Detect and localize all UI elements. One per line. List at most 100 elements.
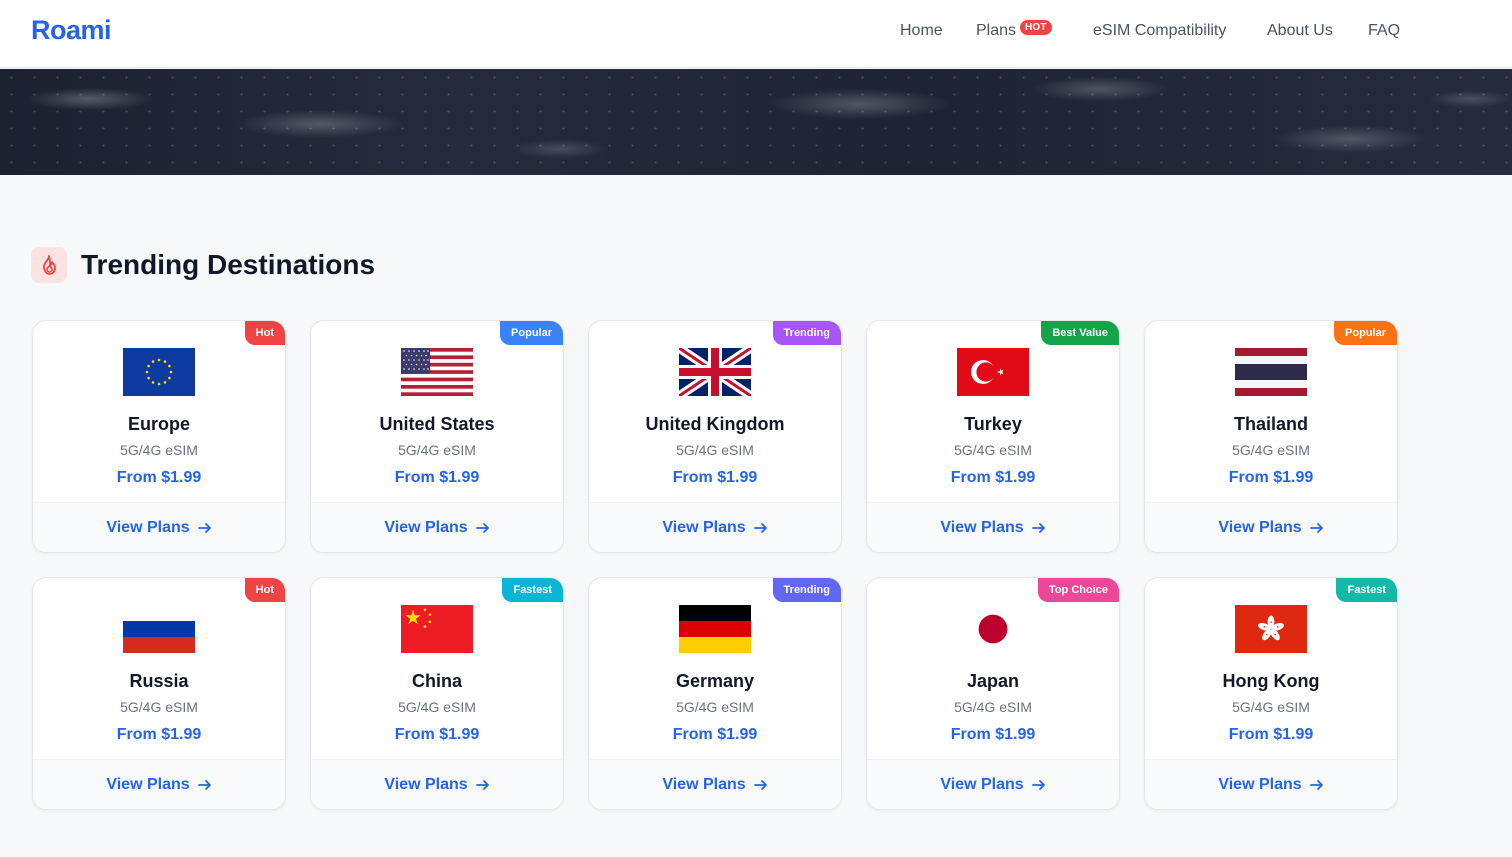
thailand-flag-icon (1235, 348, 1307, 396)
view-plans-button[interactable]: View Plans (589, 502, 841, 552)
country-name: Russia (129, 671, 189, 691)
view-plans-label: View Plans (384, 775, 468, 793)
country-name: United States (379, 414, 495, 434)
view-plans-label: View Plans (384, 518, 468, 536)
eu-flag-icon (123, 348, 195, 396)
nav-about-us[interactable]: About Us (1267, 22, 1333, 40)
destination-card-thailand[interactable]: Popular Thailand 5G/4G eSIM From $1.99 V… (1144, 320, 1398, 553)
esim-type: 5G/4G eSIM (676, 699, 754, 715)
card-badge: Fastest (502, 578, 563, 602)
esim-type: 5G/4G eSIM (954, 699, 1032, 715)
price: From $1.99 (950, 469, 1036, 486)
view-plans-label: View Plans (940, 775, 1024, 793)
esim-type: 5G/4G eSIM (676, 442, 754, 458)
nav-faq[interactable]: FAQ (1368, 22, 1400, 40)
view-plans-label: View Plans (106, 518, 190, 536)
price: From $1.99 (672, 469, 758, 486)
view-plans-button[interactable]: View Plans (311, 502, 563, 552)
esim-type: 5G/4G eSIM (398, 442, 476, 458)
esim-type: 5G/4G eSIM (120, 699, 198, 715)
card-badge: Hot (244, 321, 285, 345)
price: From $1.99 (116, 726, 202, 743)
hero-banner-image (0, 69, 1512, 175)
card-badge: Fastest (1336, 578, 1397, 602)
view-plans-button[interactable]: View Plans (1145, 759, 1397, 809)
card-badge: Popular (500, 321, 563, 345)
view-plans-button[interactable]: View Plans (589, 759, 841, 809)
view-plans-button[interactable]: View Plans (311, 759, 563, 809)
view-plans-label: View Plans (940, 518, 1024, 536)
japan-flag-icon (957, 605, 1029, 653)
card-badge: Trending (772, 578, 841, 602)
price: From $1.99 (394, 726, 480, 743)
esim-type: 5G/4G eSIM (1232, 699, 1310, 715)
view-plans-button[interactable]: View Plans (33, 502, 285, 552)
view-plans-button[interactable]: View Plans (1145, 502, 1397, 552)
card-badge: Popular (1334, 321, 1397, 345)
destination-card-russia[interactable]: Hot Russia 5G/4G eSIM From $1.99 View Pl… (32, 577, 286, 810)
uk-flag-icon (679, 348, 751, 396)
country-name: China (411, 671, 462, 691)
arrow-right-icon (1309, 522, 1323, 533)
price: From $1.99 (116, 469, 202, 486)
destination-card-europe[interactable]: Hot Europe 5G/4G eSIM From $1.99 View Pl… (32, 320, 286, 553)
arrow-right-icon (1031, 522, 1045, 533)
arrow-right-icon (197, 522, 211, 533)
country-name: Hong Kong (1222, 671, 1320, 691)
arrow-right-icon (753, 522, 767, 533)
destination-card-japan[interactable]: Top Choice Japan 5G/4G eSIM From $1.99 V… (866, 577, 1120, 810)
plans-hot-badge: HOT (1020, 20, 1052, 35)
esim-type: 5G/4G eSIM (120, 442, 198, 458)
china-flag-icon (401, 605, 473, 653)
country-name: Germany (675, 671, 755, 691)
arrow-right-icon (197, 779, 211, 790)
nav-home[interactable]: Home (900, 22, 943, 40)
germany-flag-icon (679, 605, 751, 653)
esim-type: 5G/4G eSIM (398, 699, 476, 715)
country-name: United Kingdom (645, 414, 785, 434)
nav-plans[interactable]: Plans (976, 22, 1016, 40)
destination-card-germany[interactable]: Trending Germany 5G/4G eSIM From $1.99 V… (588, 577, 842, 810)
arrow-right-icon (475, 779, 489, 790)
view-plans-button[interactable]: View Plans (867, 502, 1119, 552)
view-plans-label: View Plans (1218, 775, 1302, 793)
card-badge: Trending (772, 321, 841, 345)
card-badge: Best Value (1041, 321, 1119, 345)
price: From $1.99 (394, 469, 480, 486)
card-badge: Top Choice (1037, 578, 1119, 602)
price: From $1.99 (672, 726, 758, 743)
price: From $1.99 (1228, 469, 1314, 486)
esim-type: 5G/4G eSIM (954, 442, 1032, 458)
price: From $1.99 (1228, 726, 1314, 743)
arrow-right-icon (1309, 779, 1323, 790)
turkey-flag-icon (957, 348, 1029, 396)
esim-type: 5G/4G eSIM (1232, 442, 1310, 458)
destination-card-china[interactable]: Fastest China 5G/4G eSIM From $1.99 View… (310, 577, 564, 810)
country-name: Europe (127, 414, 190, 434)
russia-flag-icon (123, 605, 195, 653)
fire-icon (31, 247, 67, 283)
section-title: Trending Destinations (81, 249, 376, 280)
country-name: Thailand (1233, 414, 1308, 434)
destination-card-turkey[interactable]: Best Value Turkey 5G/4G eSIM From $1.99 … (866, 320, 1120, 553)
view-plans-button[interactable]: View Plans (33, 759, 285, 809)
view-plans-button[interactable]: View Plans (867, 759, 1119, 809)
arrow-right-icon (1031, 779, 1045, 790)
arrow-right-icon (753, 779, 767, 790)
arrow-right-icon (475, 522, 489, 533)
country-name: Turkey (964, 414, 1022, 434)
us-flag-icon (401, 348, 473, 396)
view-plans-label: View Plans (662, 775, 746, 793)
logo[interactable]: Roami (31, 15, 112, 46)
price: From $1.99 (950, 726, 1036, 743)
destination-card-hong-kong[interactable]: Fastest Hong Kong 5G/4G eSIM From $1.99 … (1144, 577, 1398, 810)
view-plans-label: View Plans (1218, 518, 1302, 536)
destination-card-united-kingdom[interactable]: Trending United Kingdom 5G/4G eSIM From … (588, 320, 842, 553)
country-name: Japan (966, 671, 1020, 691)
destination-card-united-states[interactable]: Popular United States 5G/4G eSIM From $1… (310, 320, 564, 553)
hongkong-flag-icon (1235, 605, 1307, 653)
site-header: Roami Home Plans eSIM Compatibility Abou… (0, 0, 1512, 68)
card-badge: Hot (244, 578, 285, 602)
nav-esim-compatibility[interactable]: eSIM Compatibility (1093, 22, 1226, 40)
view-plans-label: View Plans (662, 518, 746, 536)
